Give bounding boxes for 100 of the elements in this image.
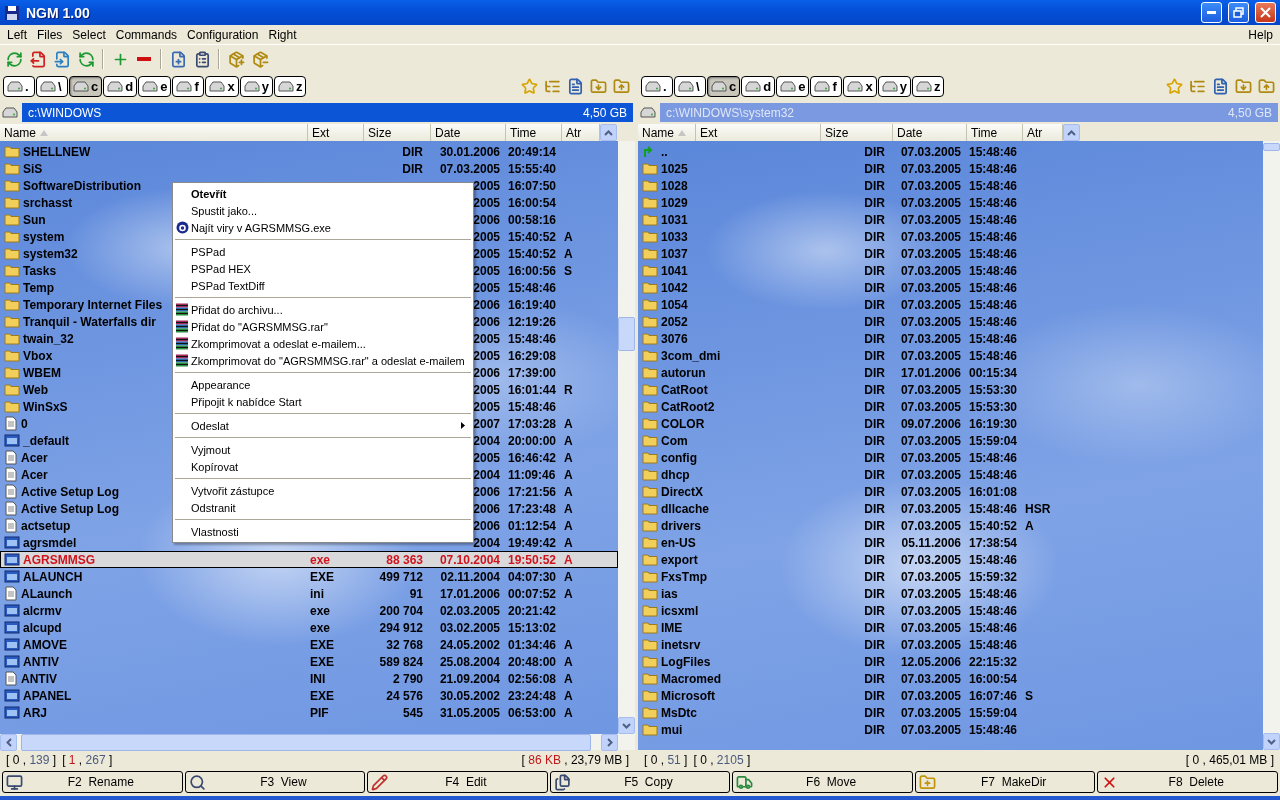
- file-date: 30.01.2006: [439, 144, 500, 159]
- file-size: DIR: [864, 263, 885, 278]
- file-name: actsetup: [21, 518, 71, 533]
- file-date: 07.03.2005: [900, 552, 961, 567]
- file-date: 2005: [473, 280, 500, 295]
- file-extension: EXE: [309, 637, 335, 652]
- file-name: CatRoot2: [661, 399, 715, 414]
- file-date: 07.03.2005: [900, 297, 961, 312]
- file-size: DIR: [864, 382, 885, 397]
- file-size: 88 363: [386, 552, 423, 567]
- file-time: 15:48:46: [969, 637, 1018, 652]
- file-time: 15:48:46: [969, 246, 1018, 261]
- file-time: 15:59:04: [969, 433, 1018, 448]
- file-time: 15:48:46: [969, 280, 1018, 295]
- file-size: 24 576: [386, 688, 423, 703]
- file-extension: INI: [309, 671, 327, 686]
- file-size: DIR: [864, 212, 885, 227]
- file-name: ARJ: [23, 705, 47, 720]
- file-time: 15:48:46: [969, 603, 1018, 618]
- file-name: Acer: [21, 467, 48, 482]
- file-date: 2005: [473, 178, 500, 193]
- file-time: 15:53:30: [969, 399, 1018, 414]
- file-attributes: A: [564, 416, 573, 431]
- file-time: 15:48:46: [969, 552, 1018, 567]
- file-size: DIR: [402, 144, 423, 159]
- file-time: 16:00:54: [969, 671, 1018, 686]
- file-time: 15:48:46: [969, 331, 1018, 346]
- file-name: autorun: [661, 365, 706, 380]
- file-date: 2005: [473, 246, 500, 261]
- file-name: system32: [23, 246, 78, 261]
- file-time: 15:40:52: [969, 518, 1018, 533]
- file-size: DIR: [864, 348, 885, 363]
- file-size: 2 790: [392, 671, 423, 686]
- file-date: 03.02.2005: [439, 620, 500, 635]
- file-name: Temp: [23, 280, 55, 295]
- file-name: 3com_dmi: [661, 348, 721, 363]
- file-name: 1031: [661, 212, 688, 227]
- file-time: 06:53:00: [508, 705, 557, 720]
- file-time: 16:29:08: [508, 348, 557, 363]
- file-time: 15:48:46: [969, 178, 1018, 193]
- file-date: 2005: [473, 229, 500, 244]
- status-counter: [ 0 , 139 ]: [6, 753, 57, 767]
- file-date: 2007: [473, 416, 500, 431]
- file-time: 16:46:42: [508, 450, 557, 465]
- file-attributes: A: [564, 552, 573, 567]
- file-time: 15:59:32: [969, 569, 1018, 584]
- file-time: 01:34:46: [508, 637, 557, 652]
- file-size: 499 712: [379, 569, 423, 584]
- status-counter: [ 1 , 267 ]: [62, 753, 113, 767]
- file-date: 25.08.2004: [439, 654, 500, 669]
- file-name: inetsrv: [661, 637, 701, 652]
- file-time: 17:38:54: [969, 535, 1018, 550]
- file-time: 15:48:46: [969, 144, 1018, 159]
- file-name: ..: [661, 144, 668, 159]
- file-time: 15:48:46: [969, 450, 1018, 465]
- file-name: ALAUNCH: [23, 569, 83, 584]
- file-name: 1028: [661, 178, 688, 193]
- file-time: 15:40:52: [508, 229, 557, 244]
- file-date: 2006: [473, 501, 500, 516]
- file-date: 17.01.2006: [439, 586, 500, 601]
- file-date: 12.05.2006: [900, 654, 961, 669]
- file-date: 07.03.2005: [900, 331, 961, 346]
- file-time: 20:00:00: [508, 433, 557, 448]
- file-size: DIR: [864, 518, 885, 533]
- file-name: AMOVE: [23, 637, 67, 652]
- file-name: mui: [661, 722, 683, 737]
- file-time: 15:59:04: [969, 705, 1018, 720]
- file-date: 07.03.2005: [900, 671, 961, 686]
- file-date: 07.03.2005: [900, 161, 961, 176]
- file-date: 07.03.2005: [900, 637, 961, 652]
- file-date: 2006: [473, 314, 500, 329]
- file-name: alcrmv: [23, 603, 62, 618]
- file-date: 07.03.2005: [900, 382, 961, 397]
- file-date: 07.03.2005: [900, 348, 961, 363]
- file-name: DirectX: [661, 484, 704, 499]
- file-time: 16:19:40: [508, 297, 557, 312]
- file-time: 16:01:08: [969, 484, 1018, 499]
- file-name: en-US: [661, 535, 696, 550]
- file-attributes: A: [564, 467, 573, 482]
- file-time: 16:01:44: [508, 382, 557, 397]
- file-extension: EXE: [309, 569, 335, 584]
- file-date: 07.03.2005: [439, 161, 500, 176]
- file-attributes: A: [1025, 518, 1034, 533]
- file-extension: exe: [309, 552, 332, 567]
- file-name: ias: [661, 586, 678, 601]
- file-date: 07.03.2005: [900, 569, 961, 584]
- file-date: 07.03.2005: [900, 178, 961, 193]
- file-date: 07.03.2005: [900, 518, 961, 533]
- file-size: DIR: [864, 535, 885, 550]
- file-attributes: HSR: [1025, 501, 1051, 516]
- file-name: Macromed: [661, 671, 722, 686]
- file-time: 15:48:46: [969, 620, 1018, 635]
- file-time: 19:50:52: [508, 552, 557, 567]
- file-name: ANTIV: [21, 671, 57, 686]
- file-name: Sun: [23, 212, 46, 227]
- file-size: DIR: [864, 569, 885, 584]
- file-date: 2004: [473, 467, 500, 482]
- file-date: 2004: [473, 535, 500, 550]
- file-size: DIR: [864, 450, 885, 465]
- file-date: 07.03.2005: [900, 314, 961, 329]
